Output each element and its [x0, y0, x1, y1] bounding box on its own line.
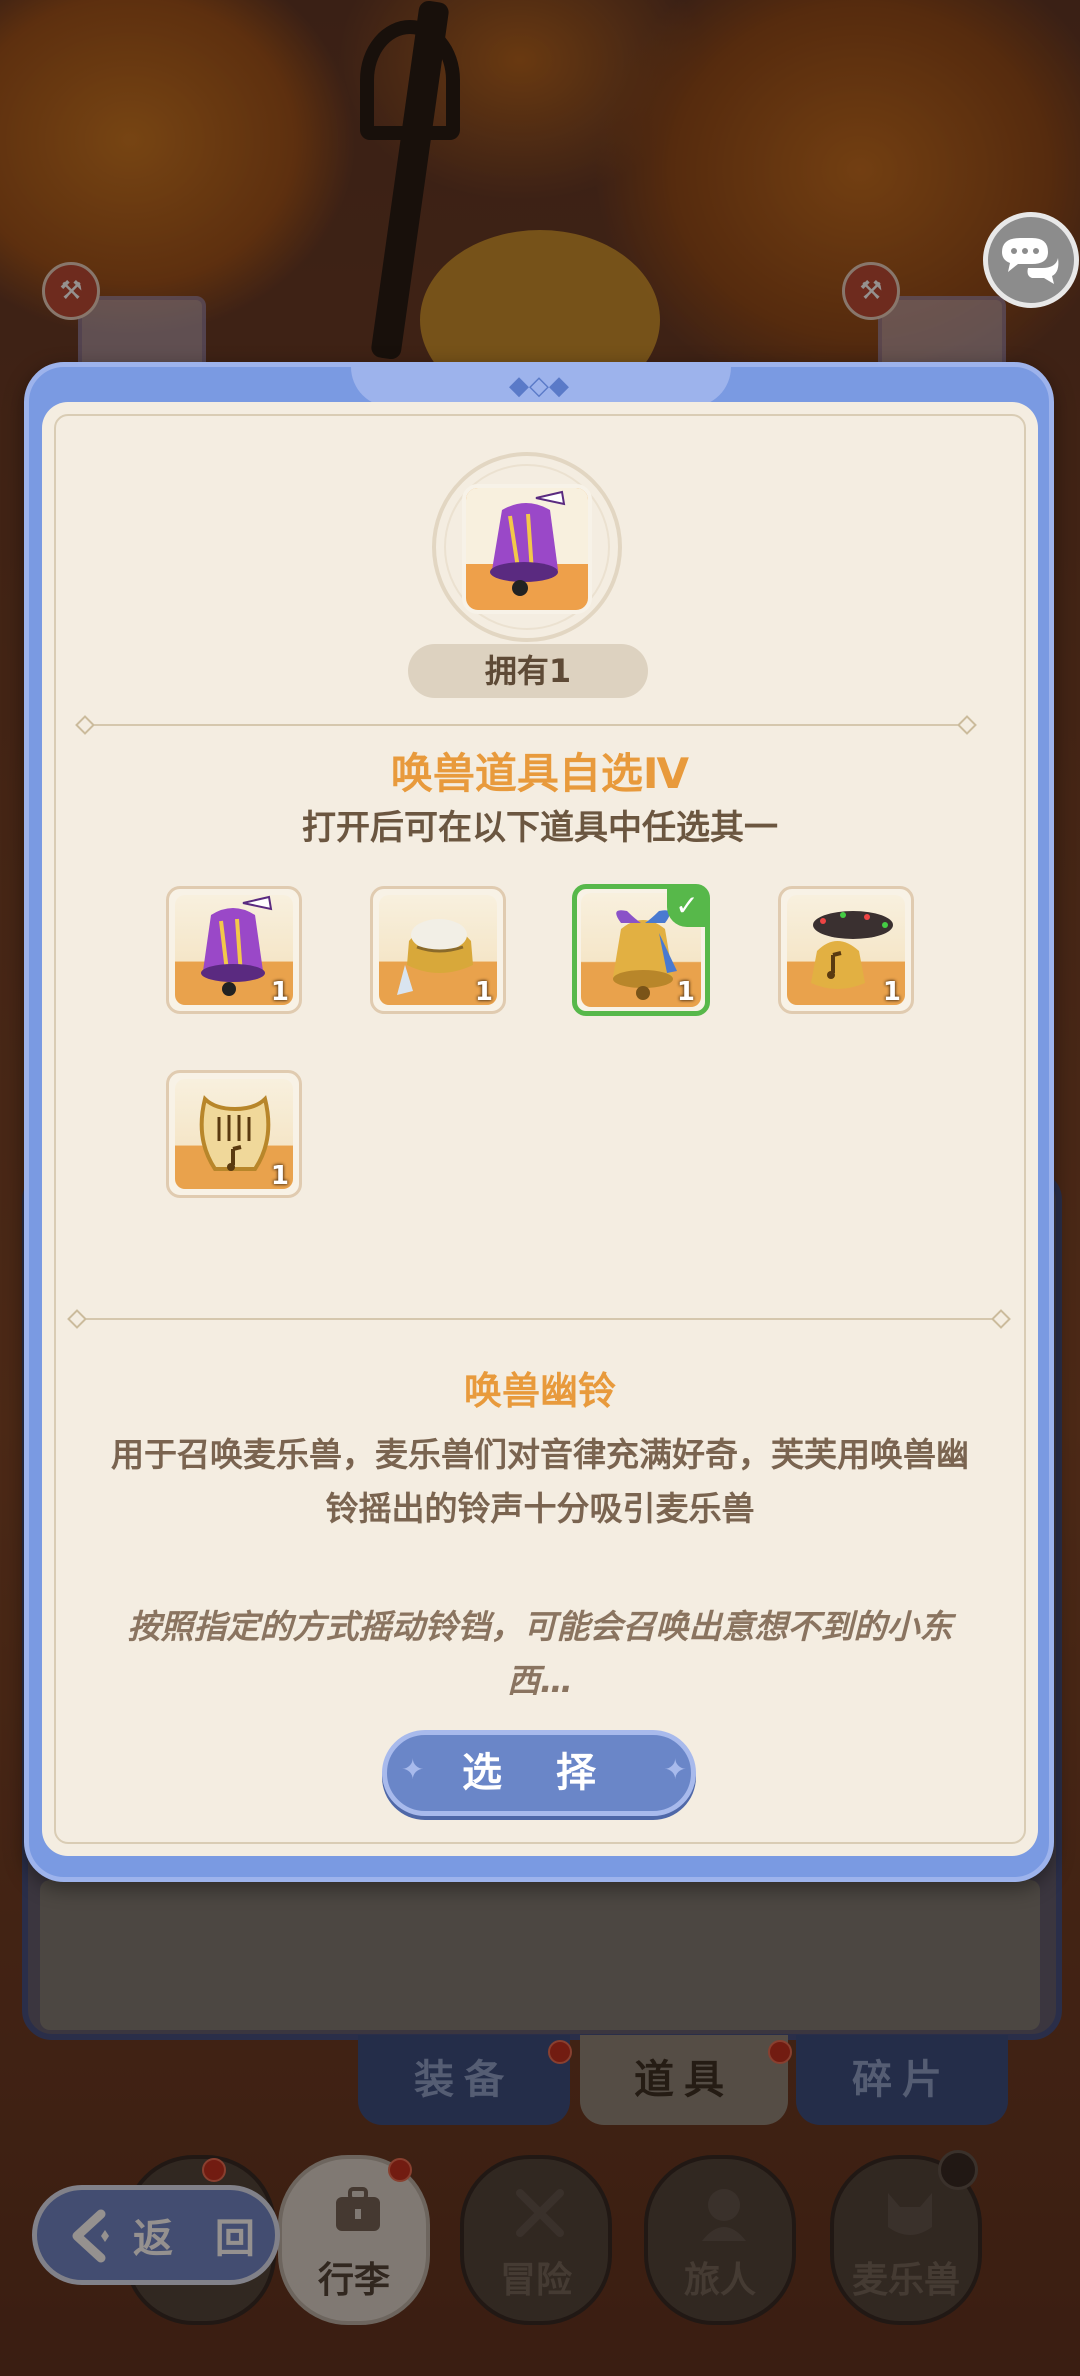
owned-count-badge: 拥有1 — [408, 644, 648, 698]
checkmark-icon: ✓ — [667, 887, 707, 927]
dialog-title: 唤兽道具自选Ⅳ — [390, 749, 690, 798]
option-count: 1 — [882, 977, 901, 1007]
option-count: 1 — [676, 977, 695, 1007]
item-name: 唤兽幽铃 — [463, 1369, 616, 1413]
section-divider — [84, 724, 968, 726]
sparkle-icon: ✦ — [663, 1753, 687, 1786]
sparkle-icon: ✦ — [401, 1753, 425, 1786]
option-count: 1 — [270, 977, 289, 1007]
option-count: 1 — [270, 1161, 289, 1191]
chat-button[interactable] — [983, 212, 1079, 308]
option-item-2[interactable]: 1 — [370, 886, 506, 1014]
item-flavor-text: 按照指定的方式摇动铃铛，可能会召唤出意想不到的小东西… — [127, 1607, 953, 1700]
chat-bubble-icon — [1002, 238, 1059, 284]
purple-bell-icon — [466, 488, 588, 596]
diamond-ornament-icon: ◆◇◆ — [509, 371, 569, 401]
item-description: 用于召唤麦乐兽，麦乐兽们对音律充满好奇，芙芙用唤兽幽铃摇出的铃声十分吸引麦乐兽 — [111, 1435, 969, 1528]
option-item-1[interactable]: 1 — [166, 886, 302, 1014]
select-label: 选 择 — [462, 1750, 616, 1796]
option-item-5[interactable]: 1 — [166, 1070, 302, 1198]
selected-item-preview — [462, 484, 592, 614]
option-item-3[interactable]: 1 ✓ — [572, 884, 710, 1016]
section-divider — [84, 1318, 996, 1320]
select-button[interactable]: ✦ 选 择 ✦ — [382, 1730, 696, 1816]
dialog-subtitle: 打开后可在以下道具中任选其一 — [302, 808, 778, 848]
option-item-4[interactable]: 1 — [778, 886, 914, 1014]
option-count: 1 — [474, 977, 493, 1007]
